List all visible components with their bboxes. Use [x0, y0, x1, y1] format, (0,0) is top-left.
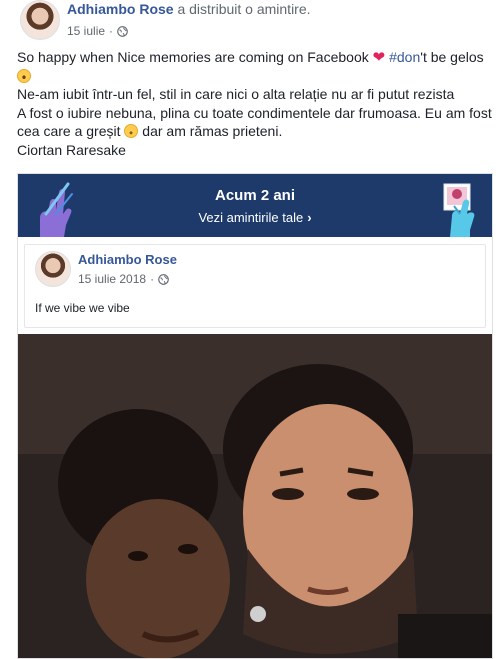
post-author-line: Adhiambo Rose a distribuit o amintire.	[67, 1, 311, 17]
post-line-5: Ciortan Raresake	[17, 141, 126, 158]
post-line-1: So happy when Nice memories are coming o…	[17, 48, 495, 85]
post-meta: 15 iulie ·	[67, 24, 128, 38]
post-line-3: A fost o iubire nebuna, plina cu toate c…	[17, 104, 492, 121]
memory-card: Acum 2 ani Vezi amintirile tale › Adhiamb…	[17, 173, 493, 659]
shared-post-date[interactable]: 15 iulie 2018	[78, 272, 146, 286]
hushed-emoji-icon	[124, 124, 139, 138]
hand-holding-photo-illustration-icon	[443, 183, 475, 237]
globe-icon[interactable]	[117, 25, 128, 37]
memory-photo[interactable]	[18, 334, 492, 658]
shared-post-text: If we vibe we vibe	[35, 301, 130, 315]
memory-title: Acum 2 ani	[214, 187, 296, 204]
shared-author-name[interactable]: Adhiambo Rose	[78, 252, 177, 267]
post-date-link[interactable]: 15 iulie	[67, 24, 105, 38]
post-line-4: cea care a greșit dar am rămas prieteni.	[17, 123, 283, 139]
chevron-right-icon: ›	[307, 210, 312, 225]
post-message: So happy when Nice memories are coming o…	[17, 48, 495, 159]
author-avatar[interactable]	[20, 0, 60, 40]
shared-author-avatar[interactable]	[35, 251, 71, 287]
hashtag-link[interactable]: #don	[389, 49, 420, 65]
shared-post-meta: 15 iulie 2018 ·	[78, 272, 169, 286]
globe-icon[interactable]	[158, 273, 169, 285]
grinning-emoji-icon	[17, 68, 31, 83]
author-name-link[interactable]: Adhiambo Rose	[67, 1, 174, 17]
post-action-text: a distribuit o amintire.	[177, 1, 311, 17]
heart-emoji-icon: ❤	[372, 49, 386, 66]
selfie-photo-image	[18, 334, 492, 658]
shared-memory-post[interactable]: Adhiambo Rose 15 iulie 2018 · If we vibe…	[24, 244, 486, 328]
memory-banner[interactable]: Acum 2 ani Vezi amintirile tale ›	[18, 174, 492, 237]
see-memories-link[interactable]: Vezi amintirile tale ›	[18, 210, 492, 225]
post-line-2: Ne-am iubit într-un fel, stil in care ni…	[17, 86, 455, 102]
